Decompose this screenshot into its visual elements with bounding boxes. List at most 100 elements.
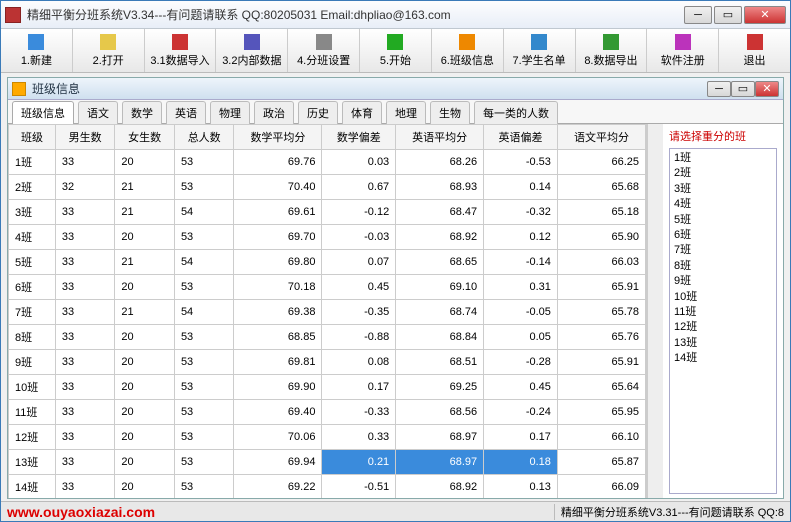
cell[interactable]: 54 <box>174 300 234 325</box>
cell[interactable]: 20 <box>115 375 175 400</box>
cell[interactable]: 68.92 <box>396 475 484 499</box>
list-item[interactable]: 10班 <box>674 290 772 305</box>
tab-2[interactable]: 数学 <box>122 101 162 124</box>
table-row[interactable]: 4班33205369.70-0.0368.920.1265.90 <box>9 225 646 250</box>
cell[interactable]: 0.33 <box>322 425 396 450</box>
cell[interactable]: 0.03 <box>322 150 396 175</box>
cell[interactable]: 68.84 <box>396 325 484 350</box>
toolbar-button-4[interactable]: 4.分班设置 <box>288 29 360 72</box>
tab-5[interactable]: 政治 <box>254 101 294 124</box>
cell[interactable]: 70.06 <box>234 425 322 450</box>
cell[interactable]: 0.13 <box>484 475 558 499</box>
toolbar-button-10[interactable]: 退出 <box>719 29 790 72</box>
cell[interactable]: 68.47 <box>396 200 484 225</box>
cell[interactable]: 33 <box>55 350 115 375</box>
cell[interactable]: 0.45 <box>484 375 558 400</box>
cell[interactable]: 68.56 <box>396 400 484 425</box>
cell[interactable]: -0.28 <box>484 350 558 375</box>
cell[interactable]: 33 <box>55 200 115 225</box>
cell[interactable]: 0.67 <box>322 175 396 200</box>
cell[interactable]: 33 <box>55 300 115 325</box>
cell[interactable]: 70.40 <box>234 175 322 200</box>
cell[interactable]: 65.78 <box>557 300 645 325</box>
cell[interactable]: 7班 <box>9 300 56 325</box>
cell[interactable]: 20 <box>115 150 175 175</box>
cell[interactable]: -0.88 <box>322 325 396 350</box>
cell[interactable]: 65.91 <box>557 275 645 300</box>
list-item[interactable]: 11班 <box>674 305 772 320</box>
cell[interactable]: 65.95 <box>557 400 645 425</box>
cell[interactable]: 69.10 <box>396 275 484 300</box>
child-maximize-button[interactable]: ▭ <box>731 81 755 97</box>
cell[interactable]: -0.32 <box>484 200 558 225</box>
close-button[interactable]: ✕ <box>744 6 786 24</box>
cell[interactable]: 33 <box>55 325 115 350</box>
cell[interactable]: 69.70 <box>234 225 322 250</box>
cell[interactable]: 53 <box>174 225 234 250</box>
cell[interactable]: 33 <box>55 225 115 250</box>
cell[interactable]: 53 <box>174 375 234 400</box>
toolbar-button-5[interactable]: 5.开始 <box>360 29 432 72</box>
cell[interactable]: 65.90 <box>557 225 645 250</box>
list-item[interactable]: 13班 <box>674 336 772 351</box>
tab-1[interactable]: 语文 <box>78 101 118 124</box>
cell[interactable]: 20 <box>115 475 175 499</box>
tab-0[interactable]: 班级信息 <box>12 101 74 124</box>
cell[interactable]: 20 <box>115 225 175 250</box>
cell[interactable]: 66.03 <box>557 250 645 275</box>
tab-9[interactable]: 生物 <box>430 101 470 124</box>
cell[interactable]: 20 <box>115 425 175 450</box>
cell[interactable]: 0.18 <box>484 450 558 475</box>
cell[interactable]: 69.94 <box>234 450 322 475</box>
cell[interactable]: 0.31 <box>484 275 558 300</box>
cell[interactable]: 66.25 <box>557 150 645 175</box>
cell[interactable]: 68.93 <box>396 175 484 200</box>
list-item[interactable]: 5班 <box>674 213 772 228</box>
cell[interactable]: 0.07 <box>322 250 396 275</box>
table-row[interactable]: 5班33215469.800.0768.65-0.1466.03 <box>9 250 646 275</box>
cell[interactable]: 65.76 <box>557 325 645 350</box>
cell[interactable]: 69.25 <box>396 375 484 400</box>
list-item[interactable]: 8班 <box>674 259 772 274</box>
cell[interactable]: 0.21 <box>322 450 396 475</box>
cell[interactable]: 9班 <box>9 350 56 375</box>
cell[interactable]: 0.08 <box>322 350 396 375</box>
column-header[interactable]: 总人数 <box>174 125 234 150</box>
cell[interactable]: 68.65 <box>396 250 484 275</box>
column-header[interactable]: 女生数 <box>115 125 175 150</box>
cell[interactable]: 33 <box>55 150 115 175</box>
cell[interactable]: 54 <box>174 250 234 275</box>
cell[interactable]: 8班 <box>9 325 56 350</box>
cell[interactable]: 53 <box>174 450 234 475</box>
column-header[interactable]: 班级 <box>9 125 56 150</box>
cell[interactable]: 5班 <box>9 250 56 275</box>
cell[interactable]: 21 <box>115 200 175 225</box>
toolbar-button-1[interactable]: 2.打开 <box>73 29 145 72</box>
cell[interactable]: 68.92 <box>396 225 484 250</box>
cell[interactable]: 0.45 <box>322 275 396 300</box>
cell[interactable]: 0.14 <box>484 175 558 200</box>
table-row[interactable]: 6班33205370.180.4569.100.3165.91 <box>9 275 646 300</box>
cell[interactable]: 33 <box>55 275 115 300</box>
cell[interactable]: 53 <box>174 400 234 425</box>
cell[interactable]: 65.68 <box>557 175 645 200</box>
column-header[interactable]: 男生数 <box>55 125 115 150</box>
cell[interactable]: 65.87 <box>557 450 645 475</box>
cell[interactable]: -0.33 <box>322 400 396 425</box>
tab-3[interactable]: 英语 <box>166 101 206 124</box>
cell[interactable]: 4班 <box>9 225 56 250</box>
list-item[interactable]: 14班 <box>674 351 772 366</box>
cell[interactable]: 68.26 <box>396 150 484 175</box>
cell[interactable]: 68.97 <box>396 425 484 450</box>
column-header[interactable]: 英语偏差 <box>484 125 558 150</box>
toolbar-button-6[interactable]: 6.班级信息 <box>432 29 504 72</box>
cell[interactable]: 53 <box>174 425 234 450</box>
cell[interactable]: 65.91 <box>557 350 645 375</box>
cell[interactable]: -0.24 <box>484 400 558 425</box>
column-header[interactable]: 数学平均分 <box>234 125 322 150</box>
cell[interactable]: 33 <box>55 250 115 275</box>
cell[interactable]: 20 <box>115 350 175 375</box>
cell[interactable]: 68.97 <box>396 450 484 475</box>
cell[interactable]: -0.35 <box>322 300 396 325</box>
list-item[interactable]: 3班 <box>674 182 772 197</box>
